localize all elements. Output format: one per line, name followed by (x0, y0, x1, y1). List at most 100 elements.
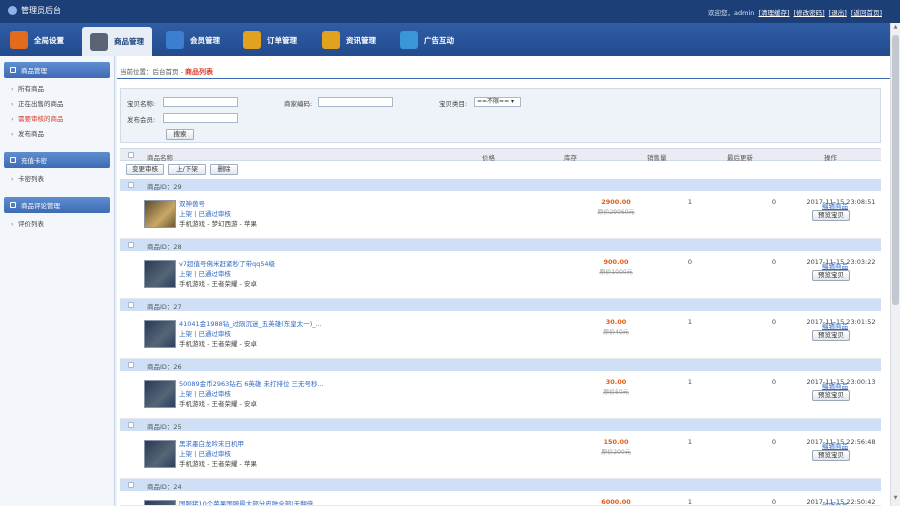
product-thumbnail[interactable] (144, 440, 176, 468)
listing-status[interactable]: 上架 (179, 450, 192, 458)
row-checkbox[interactable] (128, 482, 134, 488)
product-id: 商品ID：24 (147, 483, 182, 491)
edit-product-link[interactable]: 编辑商品 (820, 440, 850, 450)
edit-product-link[interactable]: 编辑商品 (820, 200, 850, 210)
nav-ads[interactable]: 广告互动 (400, 27, 454, 53)
row-checkbox[interactable] (128, 362, 134, 368)
listing-status[interactable]: 上架 (179, 270, 192, 278)
product-name-link[interactable]: 国服猪10个苹果国服最大部分皮肤全部(无翻倍 (179, 498, 313, 505)
product-sales: 0 (771, 258, 777, 266)
product-category: 手机游戏 - 王者荣耀 - 苹果 (179, 460, 257, 468)
sidebar-item-all-products[interactable]: 所有商品 (11, 82, 114, 97)
scrollbar[interactable]: ▲ ▼ (890, 23, 900, 506)
product-price: 6000.00 (601, 498, 631, 506)
listing-status[interactable]: 上架 (179, 390, 192, 398)
row-checkbox[interactable] (128, 302, 134, 308)
logo-icon (8, 6, 17, 15)
top-right-links: 欢迎您，admin [清理缓存] [修改密码] [退出] [返回首页] (708, 7, 882, 17)
product-sales: 0 (771, 498, 777, 506)
product-name-link[interactable]: 双神兽号 (179, 198, 205, 208)
chevron-down-icon: ▾ (509, 98, 515, 105)
product-thumbnail[interactable] (144, 260, 176, 288)
original-price: 原价200元 (601, 449, 631, 456)
scroll-down-icon[interactable]: ▼ (892, 495, 899, 503)
main-nav: 全局设置 商品管理 会员管理 订单管理 资讯管理 广告互动 (0, 23, 890, 56)
scrollbar-thumb[interactable] (892, 35, 899, 305)
product-id-row: 商品ID：28 (120, 239, 881, 251)
logout-link[interactable]: [退出] (829, 9, 847, 17)
product-status: 上架 | 已通过审核 (179, 208, 231, 218)
edit-product-link[interactable]: 编辑商品 (820, 260, 850, 270)
listing-status[interactable]: 上架 (179, 210, 192, 218)
select-all-checkbox[interactable] (128, 152, 134, 158)
review-status[interactable]: 已通过审核 (198, 330, 231, 338)
review-status[interactable]: 已通过审核 (198, 450, 231, 458)
section-title: 商品管理 (21, 67, 47, 75)
welcome-text: 欢迎您，admin (708, 9, 755, 17)
change-review-button[interactable]: 变更审核 (126, 164, 164, 175)
product-thumbnail[interactable] (144, 320, 176, 348)
sidebar-item-pending-review[interactable]: 需要审核的商品 (11, 112, 114, 127)
member-input[interactable] (163, 113, 238, 123)
breadcrumb-current: 商品列表 (185, 68, 213, 76)
review-status[interactable]: 已通过审核 (198, 270, 231, 278)
news-icon (322, 31, 340, 49)
nav-member-management[interactable]: 会员管理 (166, 27, 220, 53)
delete-button[interactable]: 删除 (210, 164, 238, 175)
merchant-code-input[interactable] (318, 97, 393, 107)
sidebar-item-card-list[interactable]: 卡密列表 (11, 172, 114, 187)
row-checkbox[interactable] (128, 422, 134, 428)
product-name-input[interactable] (163, 97, 238, 107)
review-status[interactable]: 已通过审核 (198, 210, 231, 218)
product-category: 手机游戏 - 王者荣耀 - 安卓 (179, 400, 257, 408)
product-name-link[interactable]: 41041金1988钻_过陨沉迷_五英雄(东皇太一)_... (179, 318, 322, 328)
toggle-listing-button[interactable]: 上/下架 (168, 164, 206, 175)
preview-button[interactable]: 预览宝贝 (812, 210, 850, 221)
product-name-link[interactable]: 黑求墨白龙吟末日机甲 (179, 438, 244, 448)
sidebar-section-products[interactable]: 商品管理 (4, 62, 110, 78)
edit-product-link[interactable]: 编辑商品 (820, 500, 850, 505)
home-link[interactable]: [返回首页] (851, 9, 882, 17)
review-status[interactable]: 已通过审核 (198, 390, 231, 398)
product-stock: 1 (687, 318, 693, 326)
product-id: 商品ID：25 (147, 423, 182, 431)
preview-button[interactable]: 预览宝贝 (812, 330, 850, 341)
nav-global-settings[interactable]: 全局设置 (10, 27, 64, 53)
clear-cache-link[interactable]: [清理缓存] (758, 9, 789, 17)
sidebar-item-on-sale[interactable]: 正在出售的商品 (11, 97, 114, 112)
product-category: 手机游戏 - 梦幻西游 - 苹果 (179, 220, 257, 228)
nav-news-management[interactable]: 资讯管理 (322, 27, 376, 53)
listing-status[interactable]: 上架 (179, 330, 192, 338)
category-select[interactable]: ==不限== ▾ (474, 97, 521, 107)
nav-label: 商品管理 (114, 37, 144, 46)
product-name-link[interactable]: v7超值号佛米赶紧秒了带qq54级 (179, 258, 275, 268)
edit-product-link[interactable]: 编辑商品 (820, 320, 850, 330)
col-name: 商品名称 (147, 154, 173, 162)
sidebar-section-cards[interactable]: 充值卡密 (4, 152, 110, 168)
edit-product-link[interactable]: 编辑商品 (820, 380, 850, 390)
section-icon (10, 67, 16, 73)
product-price: 30.00 (605, 318, 627, 326)
product-name-link[interactable]: 50089金币2963钻石 6英雄 未打排位 三无号秒... (179, 378, 324, 388)
change-password-link[interactable]: [修改密码] (794, 9, 825, 17)
category-select-value: ==不限== (477, 98, 510, 105)
admin-title: 管理员后台 (21, 6, 61, 15)
sidebar-section-reviews[interactable]: 商品评论管理 (4, 197, 110, 213)
scroll-up-icon[interactable]: ▲ (892, 24, 899, 32)
row-checkbox[interactable] (128, 242, 134, 248)
nav-product-management[interactable]: 商品管理 (82, 27, 152, 56)
table-row: 50089金币2963钻石 6英雄 未打排位 三无号秒... 上架 | 已通过审… (120, 371, 881, 419)
product-thumbnail[interactable] (144, 200, 176, 228)
sidebar-item-review-list[interactable]: 评价列表 (11, 217, 114, 232)
preview-button[interactable]: 预览宝贝 (812, 390, 850, 401)
product-thumbnail[interactable] (144, 380, 176, 408)
preview-button[interactable]: 预览宝贝 (812, 450, 850, 461)
preview-button[interactable]: 预览宝贝 (812, 270, 850, 281)
product-category: 手机游戏 - 王者荣耀 - 安卓 (179, 280, 257, 288)
nav-order-management[interactable]: 订单管理 (243, 27, 297, 53)
product-status: 上架 | 已通过审核 (179, 328, 231, 338)
sidebar-item-publish[interactable]: 发布商品 (11, 127, 114, 142)
row-checkbox[interactable] (128, 182, 134, 188)
search-button[interactable]: 搜索 (166, 129, 194, 140)
product-thumbnail[interactable] (144, 500, 176, 505)
